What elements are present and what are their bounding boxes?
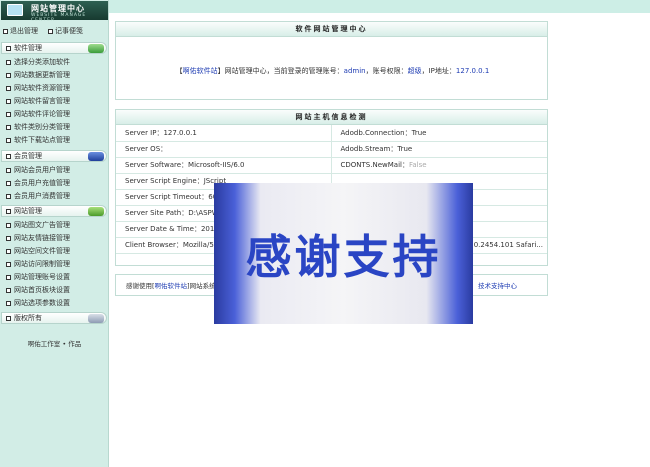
table-row: Server Software：Microsoft-IIS/6.0 CDONTS.… — [116, 157, 547, 174]
sidebar-item[interactable]: 网站管理账号设置 — [6, 271, 106, 283]
top-links: 退出管理 记事便笺 — [3, 25, 107, 37]
sidebar-item[interactable]: 网站空间文件管理 — [6, 245, 106, 257]
monitor-icon — [7, 4, 23, 16]
logo: 网站管理中心 WEBSITE MANAGE CENTER — [1, 1, 108, 23]
checkbox-icon — [6, 180, 11, 186]
checkbox-icon — [6, 124, 11, 130]
sidebar-item[interactable]: 网站访问限制管理 — [6, 258, 106, 270]
support-link[interactable]: 技术支持中心 — [478, 275, 517, 295]
panel-title: 软件网站管理中心 — [116, 22, 547, 37]
sidebar-item[interactable]: 选择分类添加软件 — [6, 56, 106, 68]
checkbox-icon — [6, 235, 11, 241]
admin-info-line: 【啊佑软件站】网站管理中心，当前登录的管理账号：admin，账号权限：超级，IP… — [175, 67, 490, 75]
logo-subtitle: WEBSITE MANAGE CENTER — [31, 13, 87, 23]
sidebar-item[interactable]: 网站友情链接管理 — [6, 232, 106, 244]
checkbox-icon — [6, 287, 11, 293]
checkbox-icon — [6, 153, 11, 159]
checkbox-icon — [6, 193, 11, 199]
sidebar-item[interactable]: 网站会员用户管理 — [6, 164, 106, 176]
sidebar: 网站管理中心 WEBSITE MANAGE CENTER 退出管理 记事便笺 软… — [0, 0, 109, 467]
checkbox-icon — [6, 72, 11, 78]
logout-link[interactable]: 退出管理 — [3, 25, 38, 37]
checkbox-icon — [6, 167, 11, 173]
notes-link[interactable]: 记事便笺 — [48, 25, 83, 37]
account-name: admin — [343, 67, 366, 75]
sidebar-item[interactable]: 网站软件评论管理 — [6, 108, 106, 120]
checkbox-icon — [3, 28, 8, 34]
overlay-text: 感谢支持 — [245, 229, 442, 284]
section-website[interactable]: 网站管理 — [1, 205, 107, 217]
info-icon — [88, 314, 104, 323]
sidebar-item[interactable]: 网站软件留言管理 — [6, 95, 106, 107]
checkbox-icon — [6, 111, 11, 117]
checkbox-icon — [6, 59, 11, 65]
table-row: Server IP：127.0.0.1 Adodb.Connection：True — [116, 125, 547, 142]
checkbox-icon — [6, 85, 11, 91]
sidebar-item[interactable]: 软件类别分类管理 — [6, 121, 106, 133]
section-software[interactable]: 软件管理 — [1, 42, 107, 54]
ip-address: 127.0.0.1 — [455, 67, 490, 75]
section-copyright[interactable]: 版权所有 — [1, 312, 107, 324]
checkbox-icon — [6, 222, 11, 228]
checkbox-icon — [6, 261, 11, 267]
table-row: Server OS： Adodb.Stream：True — [116, 141, 547, 158]
sidebar-item[interactable]: 网站软件资源管理 — [6, 82, 106, 94]
sidebar-item[interactable]: 网站图文广告管理 — [6, 219, 106, 231]
settings-icon — [88, 207, 104, 216]
checkbox-icon — [48, 28, 53, 34]
sidebar-item[interactable]: 会员用户充值管理 — [6, 177, 106, 189]
author-credit: 啊佑工作室 • 作品 — [27, 340, 82, 348]
folder-icon — [88, 44, 104, 53]
checkbox-icon — [6, 274, 11, 280]
checkbox-icon — [6, 45, 11, 51]
panel-title: 网站主机信息检测 — [116, 110, 547, 125]
section-members[interactable]: 会员管理 — [1, 150, 107, 162]
checkbox-icon — [6, 315, 11, 321]
users-icon — [88, 152, 104, 161]
admin-center-panel: 软件网站管理中心 【啊佑软件站】网站管理中心，当前登录的管理账号：admin，账… — [115, 21, 548, 100]
sidebar-item[interactable]: 网站首页板块设置 — [6, 284, 106, 296]
checkbox-icon — [6, 208, 11, 214]
checkbox-icon — [6, 137, 11, 143]
checkbox-icon — [6, 248, 11, 254]
sidebar-item[interactable]: 网站数据更新管理 — [6, 69, 106, 81]
site-name: 啊佑软件站 — [182, 67, 218, 75]
checkbox-icon — [6, 300, 11, 306]
sidebar-item[interactable]: 网站选项参数设置 — [6, 297, 106, 309]
thanks-overlay-image: 感谢支持 — [214, 183, 473, 324]
top-strip — [109, 0, 650, 13]
sidebar-item[interactable]: 会员用户消费管理 — [6, 190, 106, 202]
site-link[interactable]: 啊佑软件站 — [155, 282, 188, 290]
sidebar-item[interactable]: 软件下载站点管理 — [6, 134, 106, 146]
checkbox-icon — [6, 98, 11, 104]
account-permission: 超级 — [407, 67, 422, 75]
